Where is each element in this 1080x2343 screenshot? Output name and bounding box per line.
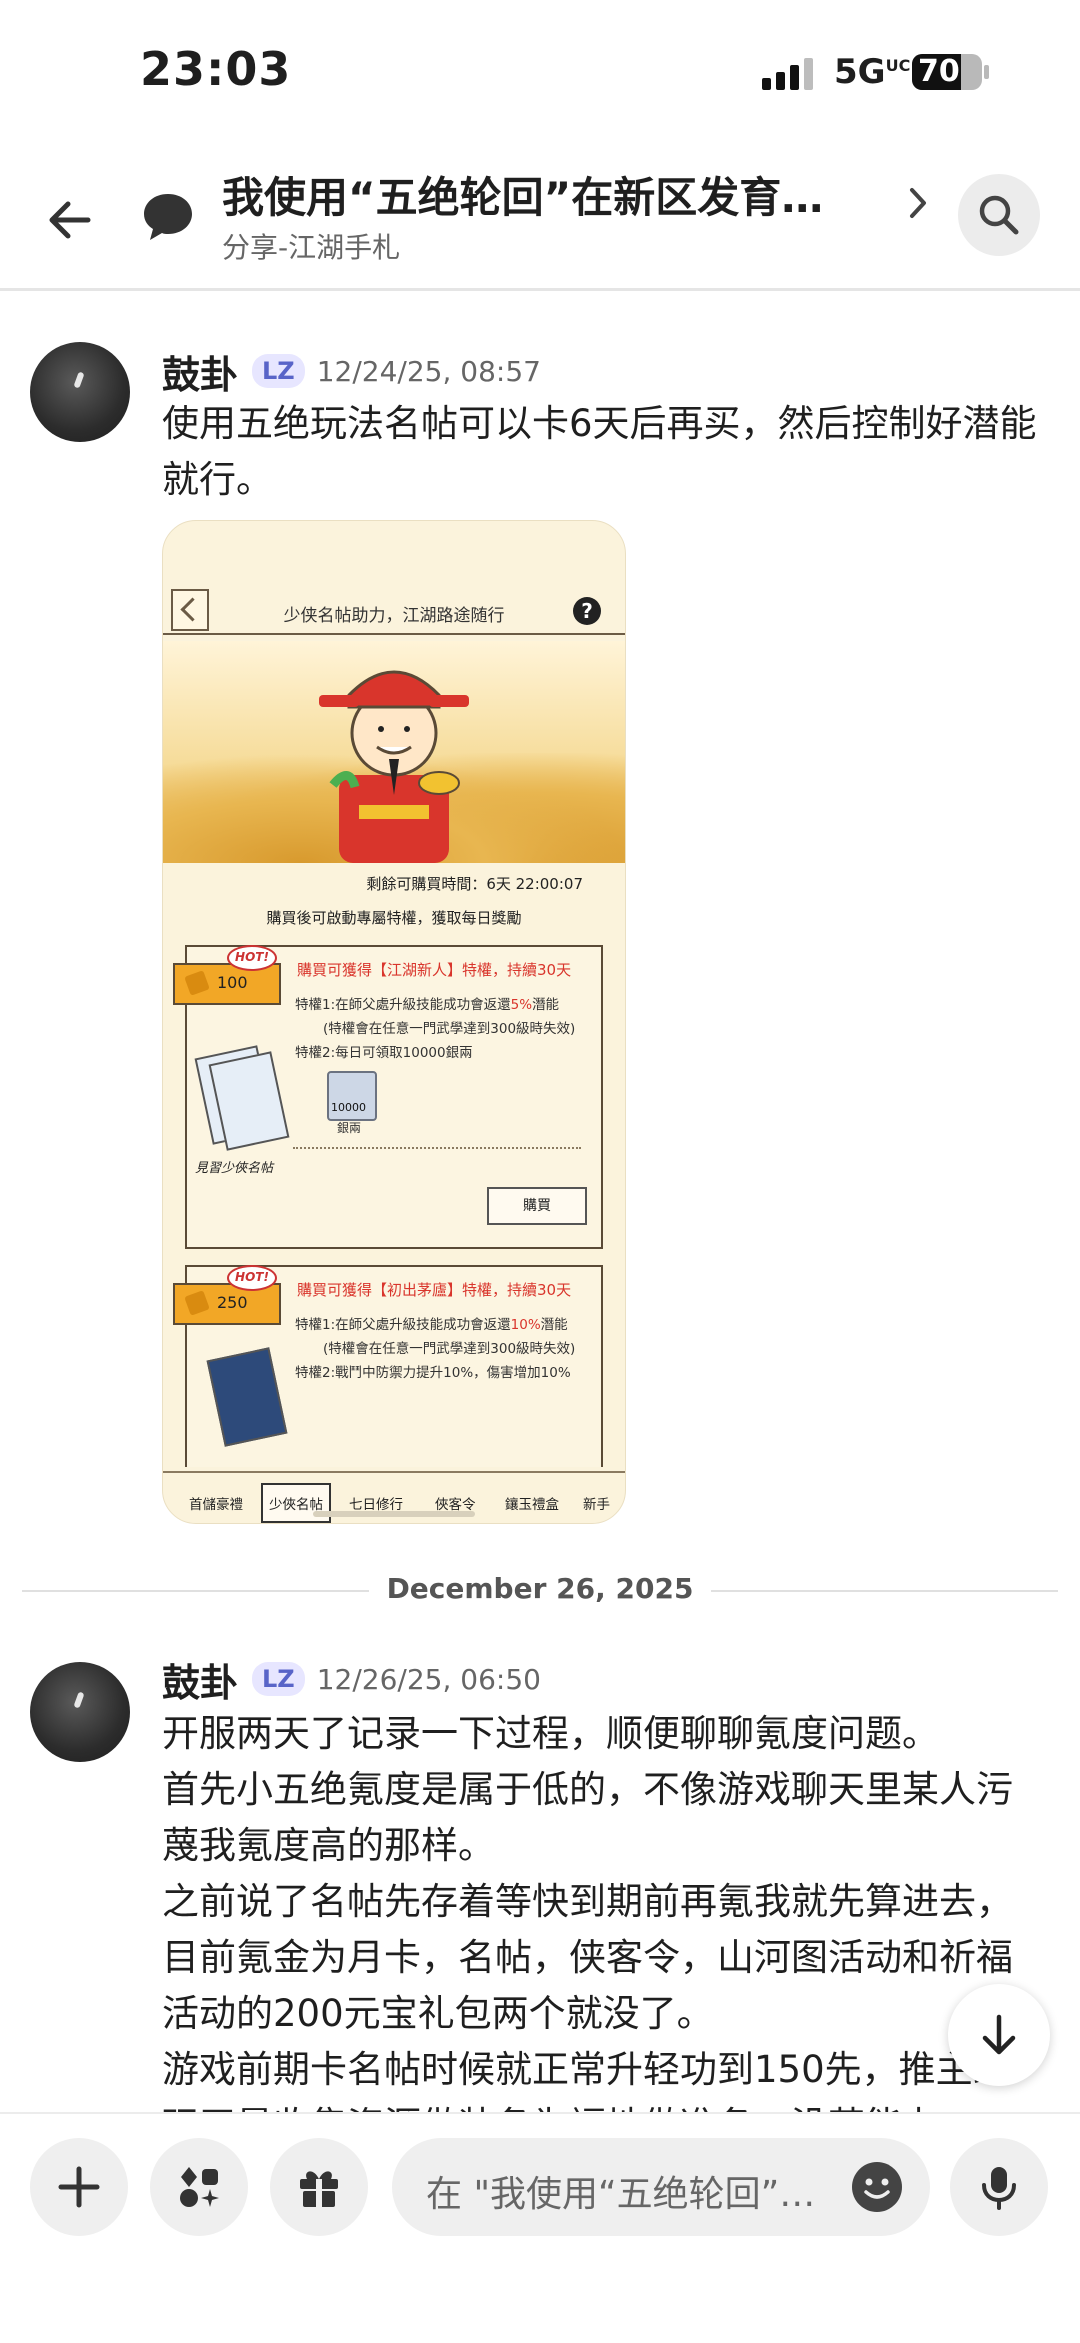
thread-channel[interactable]: 分享-江湖手札 [222, 226, 400, 266]
hot-badge: HOT! [227, 1265, 277, 1291]
gold-ingot-icon [184, 1290, 210, 1316]
gold-ingot-icon [184, 970, 210, 996]
author-name[interactable]: 鼓卦 [162, 1652, 238, 1707]
avatar[interactable] [30, 342, 130, 442]
thread-icon [144, 194, 192, 240]
message-header: 鼓卦 LZ 12/24/25, 08:57 [162, 348, 541, 397]
plus-icon [58, 2166, 100, 2208]
attachment-banner [163, 641, 625, 863]
offer-card: 250 HOT! 購買可獲得【初出茅廬】特權，持續30天 特權1:在師父處升級技… [173, 1265, 603, 1467]
add-button[interactable] [30, 2138, 128, 2236]
message-text: 开服两天了记录一下过程，顺便聊聊氪度问题。 首先小五绝氪度是属于低的，不像游戏聊… [162, 1706, 1042, 2112]
thread-header: 我使用“五绝轮回”在新区发育… 分享-江湖手札 [0, 140, 1080, 291]
avatar[interactable] [30, 1662, 130, 1762]
attachment-tab: 俠客令 [435, 1497, 476, 1513]
message-text: 使用五绝玩法名帖可以卡6天后再买，然后控制好潜能就行。 [162, 402, 1037, 501]
buy-button: 購買 [487, 1187, 587, 1225]
attachment-tab: 七日修行 [349, 1497, 403, 1513]
image-attachment[interactable]: 少侠名帖助力，江湖路途随行 ? 剩餘可購買時間：6天 22:00:07 購買後可… [162, 520, 626, 1524]
date-divider: December 26, 2025 [22, 1572, 1058, 1605]
message-paragraph: 之前说了名帖先存着等快到期前再氪我就先算进去，目前氪金为月卡，名帖，侠客令，山河… [162, 1880, 1013, 2035]
arrow-down-icon [982, 2014, 1016, 2055]
message-timestamp: 12/24/25, 08:57 [316, 354, 541, 388]
fortune-god-illustration [319, 670, 469, 863]
gift-icon [300, 2171, 338, 2207]
privilege-line: 特權1:在師父處升級技能成功會返還5%潛能 [295, 997, 560, 1013]
hot-badge: HOT! [227, 945, 277, 971]
offer-heading: 購買可獲得【江湖新人】特權，持續30天 [297, 961, 572, 979]
privilege-line: 特權2:每日可領取10000銀兩 [295, 1045, 473, 1061]
message-input[interactable]: 在 "我使用“五绝轮回”… [392, 2138, 930, 2236]
search-icon [979, 195, 1019, 235]
network-type-sup: UC [885, 56, 911, 75]
thread-title[interactable]: 我使用“五绝轮回”在新区发育… [222, 164, 862, 225]
microphone-icon [982, 2167, 1016, 2210]
apps-icon [180, 2167, 219, 2207]
op-badge: LZ [252, 354, 305, 388]
name-card-icon [197, 1347, 288, 1457]
battery-level: 70 [918, 54, 960, 89]
voice-button[interactable] [950, 2138, 1048, 2236]
attachment-topbar: 少侠名帖助力，江湖路途随行 ? [163, 573, 625, 635]
apps-button[interactable] [150, 2138, 248, 2236]
network-type: 5GUC [834, 52, 911, 92]
privilege-note: (特權會在任意一門武學達到300級時失效) [323, 1021, 576, 1037]
purchase-description: 購買後可啟動專屬特權，獲取每日獎勵 [266, 909, 522, 927]
message-paragraph: 开服两天了记录一下过程，顺便聊聊氪度问题。 [162, 1712, 939, 1755]
attachment-tab: 鑲玉禮盒 [505, 1497, 559, 1513]
silver-icon: 10000 [327, 1071, 377, 1121]
attachment-tab: 新手 [583, 1497, 610, 1513]
message-timestamp: 12/26/25, 06:50 [316, 1662, 541, 1696]
attachment-tab-selected: 少俠名帖 [261, 1483, 331, 1523]
emoji-icon[interactable] [850, 2160, 904, 2214]
signal-icon [762, 58, 813, 90]
price-tag: 100 [173, 963, 281, 1005]
message-input-placeholder: 在 "我使用“五绝轮回”… [426, 2174, 816, 2215]
message-header: 鼓卦 LZ 12/26/25, 06:50 [162, 1656, 541, 1705]
privilege-line: 特權1:在師父處升級技能成功會返還10%潛能 [295, 1317, 568, 1333]
date-divider-label: December 26, 2025 [368, 1572, 712, 1605]
status-time: 23:03 [140, 42, 292, 96]
message-paragraph: 首先小五绝氪度是属于低的，不像游戏聊天里某人污蔑我氪度高的那样。 [162, 1768, 1013, 1867]
home-indicator [313, 1511, 475, 1517]
price-tag: 250 [173, 1283, 281, 1325]
back-arrow-icon[interactable] [40, 190, 100, 250]
search-button[interactable] [958, 174, 1040, 256]
privilege-note: (特權會在任意一門武學達到300級時失效) [323, 1341, 576, 1357]
message-paragraph: 游戏前期卡名帖时候就正常升轻功到150先，推主线玩天景收集资源做装备为福地做准备… [162, 2048, 1010, 2112]
message-composer: 在 "我使用“五绝轮回”… [0, 2112, 1080, 2343]
attachment-tab: 首儲豪禮 [189, 1497, 243, 1513]
battery-icon: 70 [912, 54, 990, 90]
item-caption: 見習少俠名帖 [195, 1161, 274, 1176]
remaining-time: 剩餘可購買時間：6天 22:00:07 [366, 875, 583, 893]
scroll-to-bottom-button[interactable] [948, 1984, 1050, 2086]
privilege-line: 特權2:戰鬥中防禦力提升10%，傷害增加10% [295, 1365, 571, 1381]
gift-button[interactable] [270, 2138, 368, 2236]
offer-heading: 購買可獲得【初出茅廬】特權，持續30天 [297, 1281, 572, 1299]
attachment-title: 少侠名帖助力，江湖路途随行 [283, 606, 505, 626]
status-bar: 23:03 5GUC 70 [0, 0, 1080, 140]
silver-label: 銀兩 [337, 1121, 362, 1135]
op-badge: LZ [252, 1662, 305, 1696]
name-card-icon [194, 1043, 290, 1153]
offer-card: 100 HOT! 購買可獲得【江湖新人】特權，持續30天 特權1:在師父處升級技… [173, 945, 603, 1249]
author-name[interactable]: 鼓卦 [162, 344, 238, 399]
help-icon: ? [573, 597, 601, 625]
chevron-right-icon[interactable] [898, 178, 938, 228]
